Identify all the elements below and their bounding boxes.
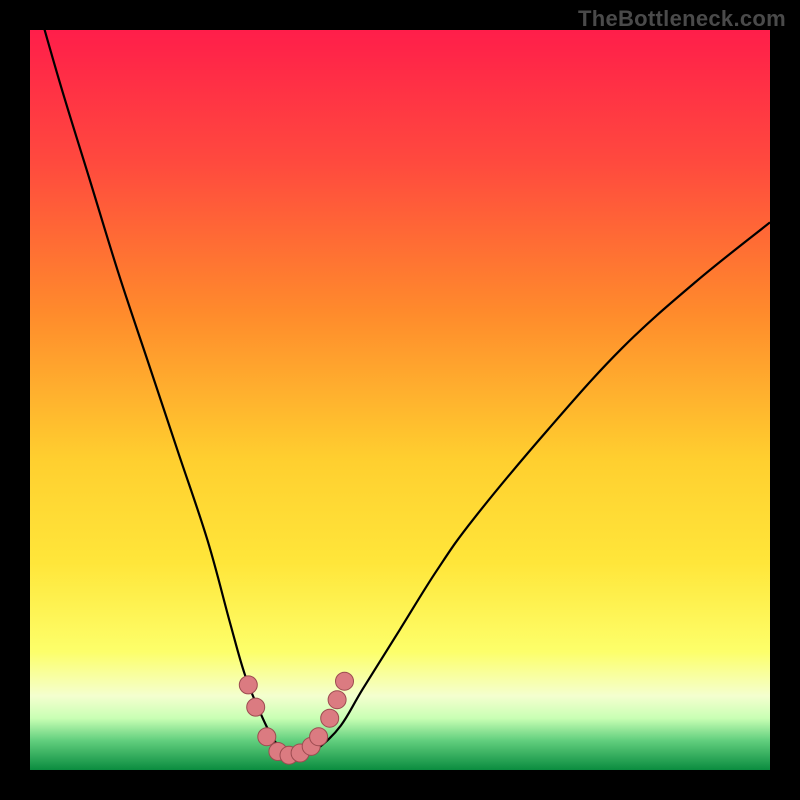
site-watermark: TheBottleneck.com bbox=[578, 6, 786, 32]
marker-point bbox=[321, 709, 339, 727]
chart-frame: TheBottleneck.com bbox=[0, 0, 800, 800]
marker-point bbox=[328, 691, 346, 709]
marker-point bbox=[336, 672, 354, 690]
gradient-background bbox=[30, 30, 770, 770]
marker-point bbox=[310, 728, 328, 746]
plot-area bbox=[30, 30, 770, 770]
marker-point bbox=[247, 698, 265, 716]
marker-point bbox=[239, 676, 257, 694]
marker-point bbox=[258, 728, 276, 746]
plot-svg bbox=[30, 30, 770, 770]
